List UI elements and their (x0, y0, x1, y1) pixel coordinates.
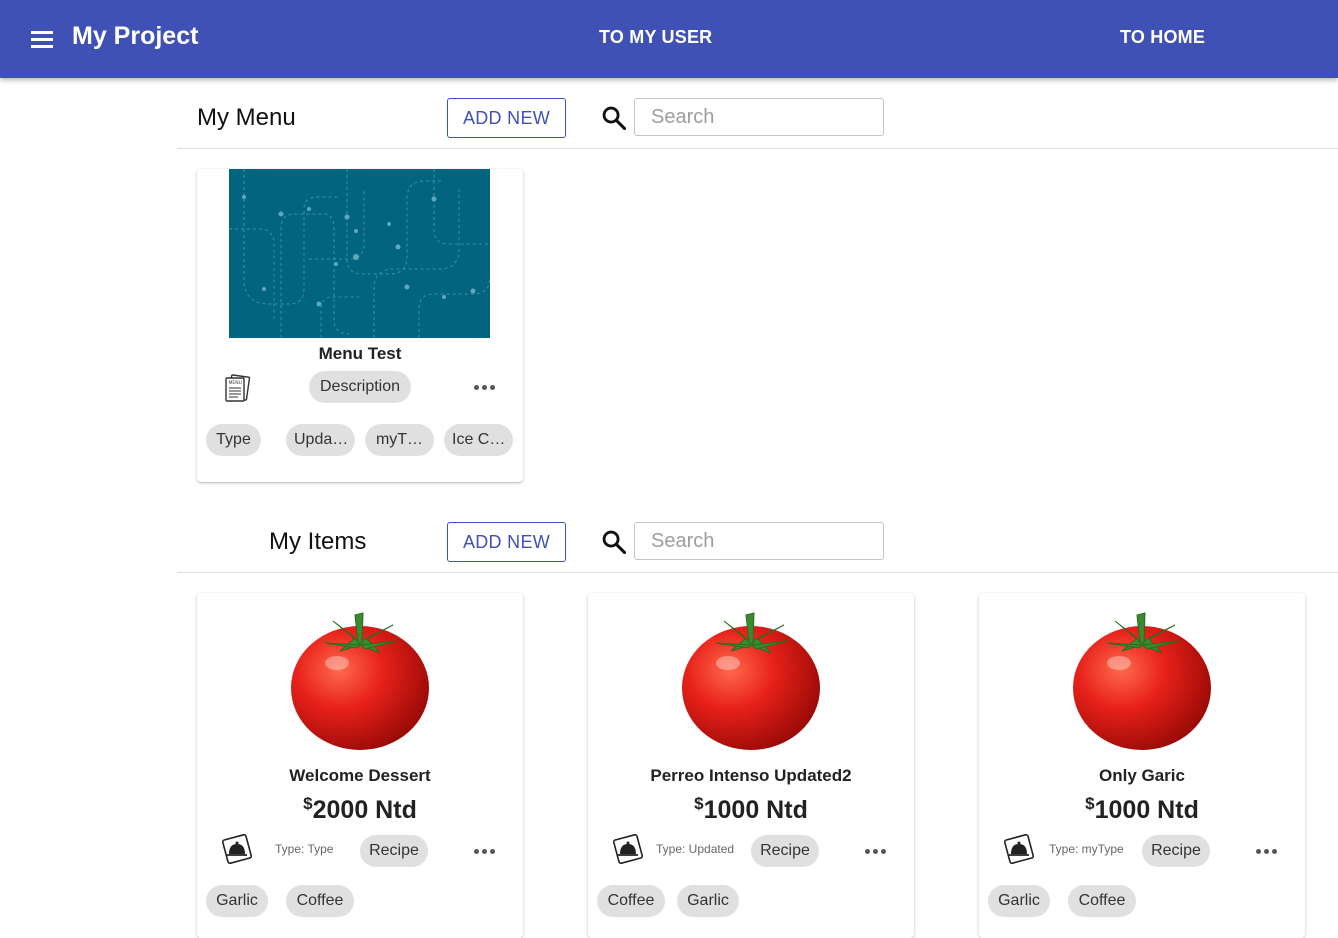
recipe-chip[interactable]: Recipe (360, 835, 428, 867)
menu-document-icon: MENU (225, 374, 251, 402)
menu-section-title: My Menu (197, 104, 296, 131)
app-title: My Project (72, 22, 199, 50)
more-options-icon[interactable] (473, 377, 501, 397)
items-search-input[interactable] (634, 522, 884, 560)
item-type-label: Type: Updated (656, 842, 735, 856)
tag-chip[interactable]: Type (206, 424, 261, 456)
item-card[interactable]: Only Garic $1000 Ntd Type: myType Recipe… (979, 593, 1305, 938)
ingredient-chip[interactable]: Garlic (988, 885, 1050, 917)
recipe-chip[interactable]: Recipe (751, 835, 819, 867)
add-new-item-button[interactable]: ADD NEW (447, 522, 566, 562)
ingredient-chip[interactable]: Garlic (206, 885, 268, 917)
app-bar: My Project TO MY USER TO HOME (0, 0, 1338, 78)
item-name: Welcome Dessert (289, 766, 431, 785)
item-type-label: Type: Type (275, 842, 334, 856)
menu-cover-image (229, 169, 490, 338)
item-price: $1000 Ntd (979, 794, 1305, 825)
add-new-menu-button[interactable]: ADD NEW (447, 98, 566, 138)
menu-card-title: Menu Test (318, 344, 402, 363)
tomato-image (1073, 612, 1211, 750)
item-name: Only Garic (1099, 766, 1185, 785)
item-price: $1000 Ntd (588, 794, 914, 825)
item-price: $2000 Ntd (197, 794, 523, 825)
item-card[interactable]: Welcome Dessert $2000 Ntd Type: Type Rec… (197, 593, 523, 938)
items-section-title: My Items (269, 528, 367, 555)
price-value: 1000 Ntd (703, 796, 808, 824)
menu-search-input[interactable] (634, 98, 884, 136)
ingredient-chip[interactable]: Coffee (597, 885, 665, 917)
nav-to-my-user[interactable]: TO MY USER (599, 27, 712, 48)
tag-chip[interactable]: Upda… (286, 424, 355, 456)
item-name: Perreo Intenso Updated2 (650, 766, 852, 785)
hamburger-menu-icon[interactable] (24, 24, 60, 54)
currency-symbol: $ (303, 794, 313, 813)
price-value: 1000 Ntd (1094, 796, 1199, 824)
description-chip[interactable]: Description (309, 371, 411, 403)
cloche-dish-icon (1004, 834, 1034, 864)
search-icon[interactable] (600, 104, 628, 132)
more-options-icon[interactable] (473, 841, 501, 861)
tag-chip[interactable]: myT… (365, 424, 434, 456)
currency-symbol: $ (694, 794, 704, 813)
recipe-chip[interactable]: Recipe (1142, 835, 1210, 867)
more-options-icon[interactable] (864, 841, 892, 861)
price-value: 2000 Ntd (312, 796, 417, 824)
tomato-image (291, 612, 429, 750)
currency-symbol: $ (1085, 794, 1095, 813)
menu-card[interactable]: Menu Test MENU Description Type Upda… my… (197, 169, 523, 482)
tomato-image (682, 612, 820, 750)
search-icon[interactable] (600, 528, 628, 556)
ingredient-chip[interactable]: Coffee (1068, 885, 1136, 917)
ingredient-chip[interactable]: Coffee (286, 885, 354, 917)
ingredient-chip[interactable]: Garlic (677, 885, 739, 917)
tag-chip[interactable]: Ice C… (444, 424, 513, 456)
svg-text:MENU: MENU (229, 380, 242, 386)
item-card[interactable]: Perreo Intenso Updated2 $1000 Ntd Type: … (588, 593, 914, 938)
nav-to-home[interactable]: TO HOME (1120, 27, 1205, 48)
cloche-dish-icon (613, 834, 643, 864)
cloche-dish-icon (222, 834, 252, 864)
item-type-label: Type: myType (1049, 842, 1124, 856)
more-options-icon[interactable] (1255, 841, 1283, 861)
